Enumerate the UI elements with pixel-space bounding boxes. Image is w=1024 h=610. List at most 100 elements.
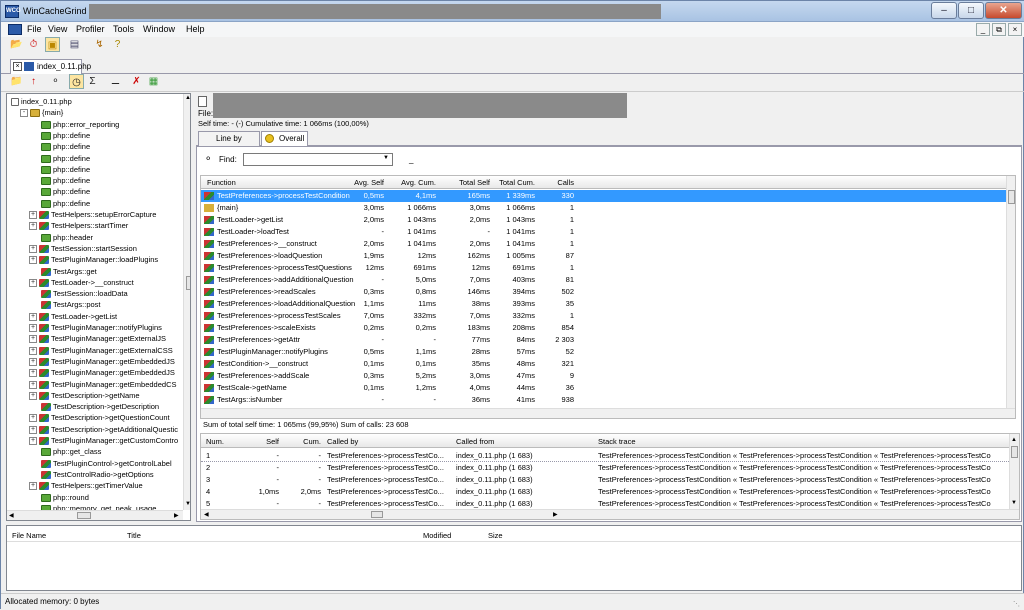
tree-node[interactable]: php::header xyxy=(29,232,93,243)
table-row[interactable]: {main} 3,0ms 1 066ms 3,0ms 1 066ms 1 xyxy=(201,202,1006,214)
tab-close-icon[interactable]: × xyxy=(13,62,22,71)
expand-icon[interactable]: + xyxy=(29,244,37,253)
tree-node[interactable]: TestDescription->getDescription xyxy=(29,401,159,412)
expand-icon[interactable]: + xyxy=(29,369,37,378)
expand-icon[interactable]: + xyxy=(29,222,37,231)
scroll-up-icon[interactable]: ▲ xyxy=(185,95,190,101)
tree-node[interactable]: + TestLoader->__construct xyxy=(29,277,134,288)
folder-up-icon[interactable]: 📁 xyxy=(9,74,24,89)
tree-node[interactable]: + TestPluginManager::getEmbeddedJS xyxy=(29,356,175,367)
expand-icon[interactable]: + xyxy=(29,482,37,491)
tree-node[interactable]: php::define xyxy=(29,141,90,152)
table-row[interactable]: TestPreferences->loadQuestion 1,9ms 12ms 16… xyxy=(201,250,1006,262)
tree-node[interactable]: php::define xyxy=(29,164,90,175)
mdi-minimize-button[interactable]: _ xyxy=(976,23,990,36)
scroll-right-icon[interactable]: ▶ xyxy=(553,511,558,518)
expand-icon[interactable]: + xyxy=(29,380,37,389)
table-row[interactable]: TestPreferences->readScales 0,3ms 0,8ms 146… xyxy=(201,286,1006,298)
tree-horizontal-scrollbar[interactable]: ◀ ▶ xyxy=(7,510,183,520)
call-tree[interactable]: index_0.11.php - {main} php::error_reportin… xyxy=(6,93,191,521)
functions-scroll-thumb[interactable] xyxy=(1008,190,1015,204)
mdi-restore-button[interactable]: ⧉ xyxy=(992,23,1006,36)
find-combobox[interactable]: ▼ xyxy=(243,153,393,166)
functions-horizontal-scrollbar[interactable] xyxy=(201,408,1015,418)
pin-icon[interactable]: ↯ xyxy=(92,37,107,52)
tab-overall[interactable]: Overall xyxy=(261,131,308,147)
calls-horizontal-scrollbar[interactable]: ◀ ▶ xyxy=(201,509,1019,519)
collapse-icon[interactable]: - xyxy=(20,109,28,118)
calls-col-header[interactable]: Num. xyxy=(206,437,224,446)
table-row[interactable]: TestLoader->loadTest - 1 041ms - 1 041ms 1 xyxy=(201,226,1006,238)
scroll-up-icon[interactable]: ▲ xyxy=(1011,437,1017,443)
expand-icon[interactable]: + xyxy=(29,312,37,321)
menu-file[interactable]: File xyxy=(27,24,42,34)
resize-grip-icon[interactable]: ⋱ xyxy=(1013,600,1020,608)
table-row[interactable]: TestPreferences->addScale 0,3ms 5,2ms 3,0ms… xyxy=(201,370,1006,382)
table-row[interactable]: TestPreferences->processTestScales 7,0ms 3… xyxy=(201,310,1006,322)
table-row[interactable]: 4 1,0ms 2,0ms TestPreferences->processTestC… xyxy=(201,486,1009,498)
tree-node[interactable]: TestArgs::get xyxy=(29,266,97,277)
table-row[interactable]: TestCondition->__construct 0,1ms 0,1ms 35ms… xyxy=(201,358,1006,370)
expand-icon[interactable]: + xyxy=(29,425,37,434)
tree-node[interactable]: TestArgs::post xyxy=(29,299,101,310)
calls-col-header[interactable]: Called from xyxy=(456,437,494,446)
menu-view[interactable]: View xyxy=(48,24,67,34)
tree-node[interactable]: + TestHelpers::startTimer xyxy=(29,220,128,231)
scroll-left-icon[interactable]: ◀ xyxy=(9,512,14,519)
chevron-down-icon[interactable]: ▼ xyxy=(383,155,389,161)
expand-icon[interactable]: + xyxy=(29,391,37,400)
tree-hscroll-thumb[interactable] xyxy=(77,512,91,519)
menu-window[interactable]: Window xyxy=(143,24,175,34)
calls-scroll-thumb[interactable] xyxy=(1011,446,1018,458)
table-row[interactable]: TestPreferences->getAttr - - 77ms 84ms 2 303 xyxy=(201,334,1006,346)
table-row[interactable]: TestScale->getName 0,1ms 1,2ms 4,0ms 44ms 36 xyxy=(201,382,1006,394)
help-icon[interactable]: ? xyxy=(110,37,125,52)
tree-node[interactable]: php::define xyxy=(29,198,90,209)
expand-icon[interactable]: + xyxy=(29,357,37,366)
col-modified[interactable]: Modified xyxy=(423,531,451,540)
tree-node[interactable]: + TestPluginManager::getEmbeddedJS xyxy=(29,367,175,378)
delete-icon[interactable]: ✗ xyxy=(129,74,144,89)
close-button[interactable]: ✕ xyxy=(985,2,1022,19)
calls-table[interactable]: Num. Self Cum. Called by Called from Stack tr… xyxy=(200,433,1020,520)
minimize-button[interactable]: – xyxy=(931,2,957,19)
functions-col-header[interactable]: Avg. Cum. xyxy=(396,178,436,187)
scroll-down-icon[interactable]: ▼ xyxy=(1011,500,1017,506)
tree-node[interactable]: + TestHelpers::getTimerValue xyxy=(29,480,143,491)
col-size[interactable]: Size xyxy=(488,531,503,540)
tree-node[interactable]: + TestPluginManager::loadPlugins xyxy=(29,254,158,265)
tree-node[interactable]: php::define xyxy=(29,130,90,141)
window-layout-icon[interactable]: ▤ xyxy=(67,37,82,52)
table-row[interactable]: TestLoader->getList 2,0ms 1 043ms 2,0ms 1 04… xyxy=(201,214,1006,226)
tree-node[interactable]: + TestPluginManager::getCustomContro xyxy=(29,435,178,446)
mdi-close-button[interactable]: × xyxy=(1008,23,1022,36)
calls-col-header[interactable]: Stack trace xyxy=(598,437,636,446)
functions-col-header[interactable]: Calls xyxy=(546,178,574,187)
arrow-up-icon[interactable]: ↑ xyxy=(26,74,41,89)
files-list[interactable]: File Name Title Modified Size xyxy=(6,525,1022,591)
table-row[interactable]: 3- - TestPreferences->processTestCo... inde… xyxy=(201,474,1009,486)
tree-node[interactable]: + TestLoader->getList xyxy=(29,311,117,322)
sigma-icon[interactable]: Σ xyxy=(85,74,100,89)
expand-icon[interactable]: + xyxy=(29,346,37,355)
tree-scroll-thumb[interactable] xyxy=(186,276,190,290)
tree-node[interactable]: TestPluginControl->getControlLabel xyxy=(29,458,172,469)
scroll-left-icon[interactable]: ◀ xyxy=(204,511,209,518)
tree-node[interactable]: + TestDescription->getAdditionalQuestic xyxy=(29,424,178,435)
binoculars-icon[interactable]: ⚬ xyxy=(48,74,63,89)
tab-line-by-line[interactable]: Line by Line xyxy=(198,131,260,156)
table-row[interactable]: TestPreferences->loadAdditionalQuestion 1… xyxy=(201,298,1006,310)
functions-table[interactable]: Function Avg. Self Avg. Cum. Total Self Tota… xyxy=(200,175,1016,419)
expand-icon[interactable]: + xyxy=(29,278,37,287)
table-row[interactable]: TestPreferences->processTestQuestions 12m… xyxy=(201,262,1006,274)
tree-node[interactable]: + TestDescription->getQuestionCount xyxy=(29,412,170,423)
menu-profiler[interactable]: Profiler xyxy=(76,24,105,34)
menu-tools[interactable]: Tools xyxy=(113,24,134,34)
expand-icon[interactable]: + xyxy=(29,324,37,333)
tree-node[interactable]: php::get_class xyxy=(29,446,101,457)
export-icon[interactable]: ▦ xyxy=(146,74,161,89)
expand-icon[interactable]: + xyxy=(29,414,37,423)
functions-col-header[interactable]: Total Cum. xyxy=(495,178,535,187)
functions-col-header[interactable]: Total Self xyxy=(450,178,490,187)
tree-node[interactable]: + TestPluginManager::getExternalCSS xyxy=(29,345,173,356)
